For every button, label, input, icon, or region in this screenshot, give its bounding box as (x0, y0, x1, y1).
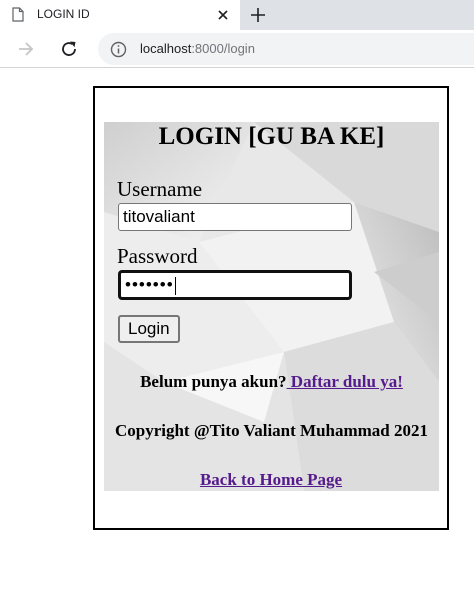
username-input[interactable]: titovaliant (118, 203, 352, 231)
back-to-home-wrapper: Back to Home Page (93, 470, 449, 490)
password-input[interactable]: ••••••• (118, 270, 352, 300)
login-panel: LOGIN [GU BA KE] Username titovaliant Pa… (104, 122, 439, 491)
address-bar[interactable]: localhost:8000/login (98, 33, 474, 65)
register-prompt: Belum punya akun? (140, 372, 287, 391)
password-label: Password (117, 244, 198, 268)
tab-login[interactable]: LOGIN ID (0, 0, 240, 30)
tab-title: LOGIN ID (37, 7, 90, 21)
register-prompt-line: Belum punya akun? Daftar dulu ya! (104, 372, 439, 392)
browser-toolbar: localhost:8000/login (0, 30, 474, 68)
username-label: Username (117, 177, 203, 201)
login-button[interactable]: Login (118, 315, 180, 343)
url-path: :8000/login (191, 41, 255, 56)
url-text[interactable]: localhost:8000/login (140, 41, 255, 56)
text-caret (174, 276, 176, 295)
login-frame: LOGIN [GU BA KE] Username titovaliant Pa… (93, 86, 449, 530)
page-title: LOGIN [GU BA KE] (158, 123, 385, 150)
reload-icon[interactable] (58, 38, 80, 60)
register-link[interactable]: Daftar dulu ya! (287, 372, 403, 391)
tab-strip: LOGIN ID (0, 0, 474, 30)
info-icon[interactable] (110, 41, 127, 58)
plus-icon[interactable] (248, 5, 268, 25)
arrow-right-icon[interactable] (16, 39, 36, 59)
page-icon (12, 7, 24, 22)
url-host: localhost (140, 41, 192, 56)
password-mask: ••••••• (125, 275, 174, 294)
copyright-text: Copyright @Tito Valiant Muhammad 2021 (114, 421, 429, 440)
back-to-home-link[interactable]: Back to Home Page (200, 470, 342, 489)
close-icon[interactable] (216, 8, 230, 22)
